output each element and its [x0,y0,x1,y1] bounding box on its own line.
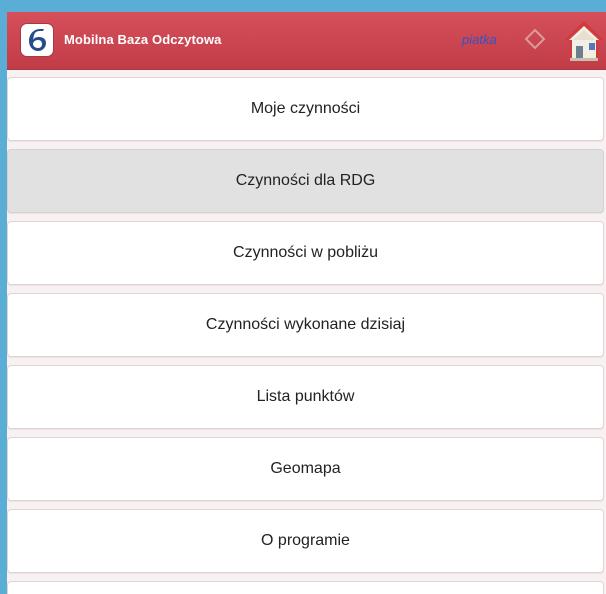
menu-item-lista-punktow[interactable]: Lista punktów [7,365,604,429]
menu-item-moje-czynnosci[interactable]: Moje czynności [7,77,604,141]
app-header: Mobilna Baza Odczytowa piatka [7,12,606,69]
diamond-icon[interactable] [524,28,546,50]
home-icon[interactable] [562,18,606,64]
menu-item-czynnosci-w-poblizu[interactable]: Czynności w pobliżu [7,221,604,285]
menu-item-geomapa[interactable]: Geomapa [7,437,604,501]
app-screen: Mobilna Baza Odczytowa piatka Moje czynn… [7,12,606,594]
menu-item-partial[interactable] [7,581,604,594]
app-logo-icon [21,24,53,56]
menu-item-czynnosci-dla-rdg[interactable]: Czynności dla RDG [7,149,604,213]
app-title: Mobilna Baza Odczytowa [64,32,222,47]
user-name-link[interactable]: piatka [462,32,497,47]
menu-item-o-programie[interactable]: O programie [7,509,604,573]
menu-item-czynnosci-wykonane-dzisiaj[interactable]: Czynności wykonane dzisiaj [7,293,604,357]
